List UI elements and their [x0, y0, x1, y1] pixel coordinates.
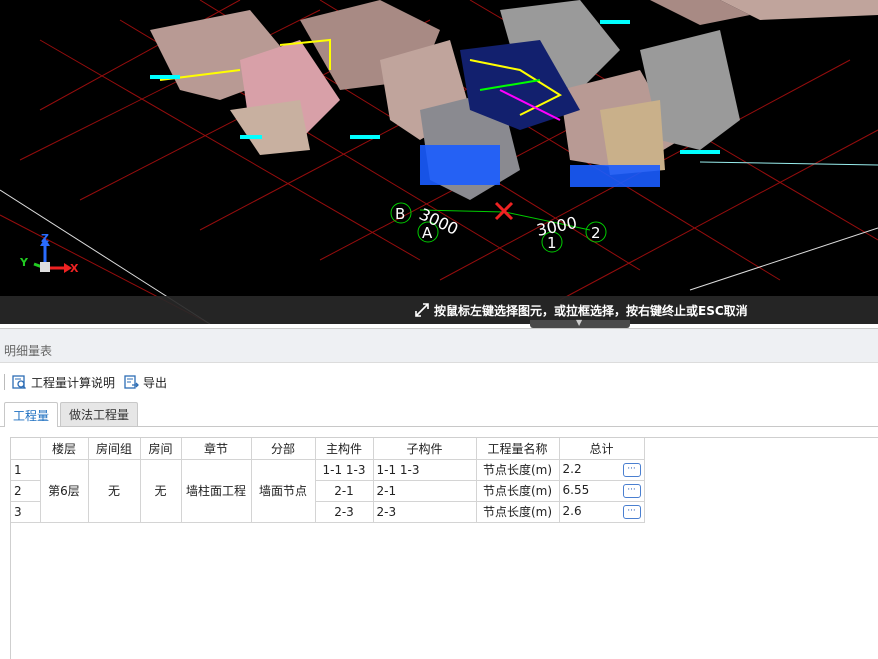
- cell-room: 无: [140, 459, 182, 523]
- tab-quantity[interactable]: 工程量: [4, 402, 59, 427]
- cell-quantity-name: 节点长度(m): [476, 501, 560, 523]
- col-header-chapter: 章节: [181, 438, 252, 460]
- row-index: 1: [11, 459, 41, 481]
- quantity-tabs: 工程量 做法工程量: [0, 401, 878, 427]
- cell-main-component: 1-1 1-3: [315, 459, 374, 481]
- grid-label-b: B: [395, 205, 405, 223]
- toolbar-divider: [4, 374, 5, 390]
- calc-note-label: 工程量计算说明: [31, 375, 116, 390]
- more-options-button[interactable]: ···: [622, 463, 641, 477]
- col-header-total: 总计: [559, 438, 645, 460]
- col-header-floor: 楼层: [40, 438, 89, 460]
- calc-note-icon: [12, 375, 26, 389]
- total-value: 6.55: [562, 483, 590, 497]
- axis-gizmo-icon: [33, 238, 72, 273]
- col-header-main-component: 主构件: [315, 438, 374, 460]
- panel-toolbar: 工程量计算说明 导出: [0, 363, 878, 401]
- cell-main-component: 2-1: [315, 480, 374, 502]
- cell-sub-component: 2-1: [373, 480, 477, 502]
- quantity-table: 楼层 房间组 房间 章节 分部 主构件 子构件 工程量名称 总计 1 第6层 无…: [11, 438, 645, 523]
- col-header-room: 房间: [140, 438, 182, 460]
- grid-label-2: 2: [591, 224, 601, 242]
- building-model-render: B A 1 2 3000 3000 Z Y X: [0, 0, 878, 324]
- export-label: 导出: [143, 375, 168, 390]
- dimension-label-right: 3000: [535, 213, 579, 240]
- export-button[interactable]: 导出: [123, 374, 167, 391]
- panel-collapse-handle[interactable]: ▼: [530, 318, 630, 328]
- cell-quantity-name: 节点长度(m): [476, 480, 560, 502]
- axis-z-label: Z: [41, 232, 49, 245]
- selection-hint-bar: 按鼠标左键选择图元，或拉框选择，按右键终止或ESC取消: [0, 296, 878, 324]
- col-header-division: 分部: [251, 438, 316, 460]
- select-cursor-icon: [415, 303, 429, 317]
- calc-note-button[interactable]: 工程量计算说明: [11, 374, 115, 391]
- chevron-down-icon: ▼: [576, 318, 583, 327]
- cell-division: 墙面节点: [251, 459, 316, 523]
- 3d-viewport[interactable]: B A 1 2 3000 3000 Z Y X 按鼠标左键选择图元，或拉框选择，…: [0, 0, 878, 324]
- selection-hint-text: 按鼠标左键选择图元，或拉框选择，按右键终止或ESC取消: [434, 303, 748, 318]
- axis-y-label: Y: [19, 256, 29, 269]
- cell-chapter: 墙柱面工程: [181, 459, 252, 523]
- cell-total: 2.2 ···: [559, 459, 645, 481]
- row-index: 2: [11, 480, 41, 502]
- col-header-sub-component: 子构件: [373, 438, 477, 460]
- row-index: 3: [11, 501, 41, 523]
- total-value: 2.6: [562, 504, 582, 518]
- more-options-button[interactable]: ···: [622, 484, 641, 498]
- col-header-index: [11, 438, 41, 460]
- table-header-row: 楼层 房间组 房间 章节 分部 主构件 子构件 工程量名称 总计: [11, 438, 645, 460]
- total-value: 2.2: [562, 462, 582, 476]
- cell-main-component: 2-3: [315, 501, 374, 523]
- quantity-table-container: 楼层 房间组 房间 章节 分部 主构件 子构件 工程量名称 总计 1 第6层 无…: [10, 437, 878, 659]
- cell-room-group: 无: [88, 459, 141, 523]
- tab-method-quantity[interactable]: 做法工程量: [60, 402, 139, 426]
- axis-x-label: X: [70, 262, 79, 275]
- cell-total: 2.6 ···: [559, 501, 645, 523]
- col-header-room-group: 房间组: [88, 438, 141, 460]
- more-options-button[interactable]: ···: [622, 505, 641, 519]
- cell-sub-component: 1-1 1-3: [373, 459, 477, 481]
- cell-floor: 第6层: [40, 459, 89, 523]
- detail-quantity-panel: 明细量表 工程量计算说明 导出 工程量 做法工程量 楼层 房间组 房间 章节 分…: [0, 328, 878, 659]
- cell-total: 6.55 ···: [559, 480, 645, 502]
- export-icon: [124, 375, 139, 389]
- table-row[interactable]: 1 第6层 无 无 墙柱面工程 墙面节点 1-1 1-3 1-1 1-3 节点长…: [11, 459, 645, 523]
- panel-title: 明细量表: [4, 344, 53, 358]
- cell-sub-component: 2-3: [373, 501, 477, 523]
- selection-cross-icon: [494, 201, 514, 221]
- panel-header: 明细量表: [0, 329, 878, 363]
- col-header-quantity-name: 工程量名称: [476, 438, 560, 460]
- cell-quantity-name: 节点长度(m): [476, 459, 560, 481]
